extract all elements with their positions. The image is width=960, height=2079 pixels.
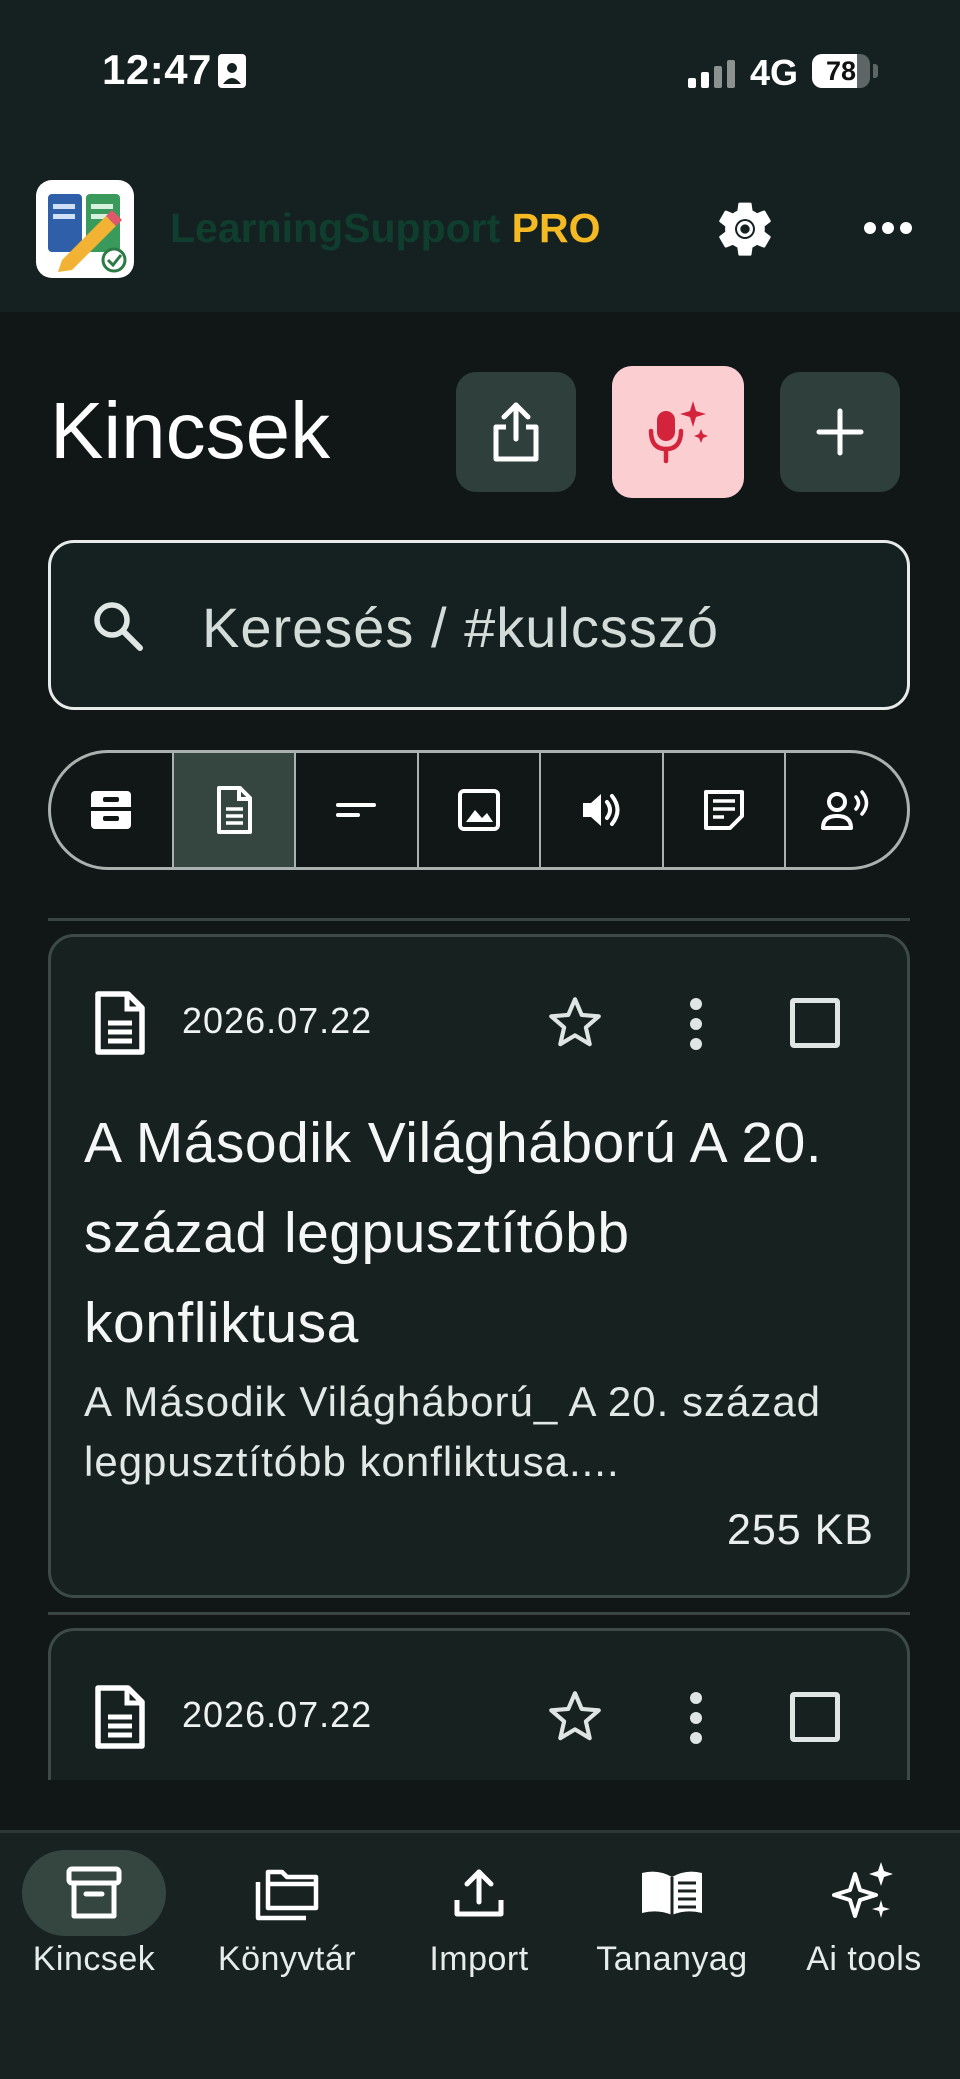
signal-icon (688, 60, 735, 88)
more-vertical-icon[interactable] (686, 1690, 706, 1746)
upload-icon (454, 1869, 504, 1917)
folders-icon (255, 1869, 319, 1921)
nav-icon-wrap (600, 1850, 744, 1936)
star-icon[interactable] (544, 1686, 606, 1748)
item-description: A Második Világháború_ A 20. század legp… (84, 1378, 822, 1485)
network-type: 4G (750, 52, 799, 93)
nav-item-ai-tools[interactable]: Ai tools (769, 1850, 959, 2010)
nav-label: Ai tools (806, 1940, 922, 1978)
search-icon (94, 602, 143, 651)
app-title: LearningSupport PRO (170, 205, 601, 252)
add-button[interactable] (780, 372, 900, 492)
list-divider (48, 1612, 910, 1615)
status-time: 12:47 (102, 46, 212, 93)
app-logo[interactable] (36, 180, 134, 278)
open-book-icon (642, 1871, 702, 1915)
nav-label: Import (429, 1940, 529, 1978)
filter-notes[interactable] (664, 753, 787, 867)
document-icon (216, 786, 252, 834)
voice-record-button[interactable] (612, 366, 744, 498)
filter-all[interactable] (51, 753, 174, 867)
gear-icon[interactable] (712, 196, 778, 262)
more-horizontal-icon[interactable] (862, 216, 914, 240)
item-date: 2026.07.22 (182, 1000, 373, 1041)
nav-label: Könyvtár (217, 1940, 357, 1978)
page-title: Kincsek (50, 386, 331, 475)
list-clip (0, 1780, 960, 1830)
list-divider (48, 918, 910, 921)
search-input[interactable] (200, 586, 884, 668)
nav-item-kincsek[interactable]: Kincsek (0, 1850, 189, 2010)
battery-tip (873, 64, 878, 78)
nav-icon-wrap (792, 1850, 936, 1936)
document-icon (95, 1685, 145, 1749)
list-item[interactable] (48, 1628, 910, 1788)
more-vertical-icon[interactable] (686, 996, 706, 1052)
note-icon (704, 790, 745, 830)
voice-person-icon (820, 790, 868, 830)
item-date: 2026.07.22 (182, 1694, 373, 1735)
mic-sparkle-icon (648, 401, 708, 464)
nav-item-tananyag[interactable]: Tananyag (577, 1850, 767, 2010)
nav-item-import[interactable]: Import (384, 1850, 574, 2010)
archive-icon (91, 791, 132, 829)
select-checkbox[interactable] (790, 998, 840, 1048)
filter-text[interactable] (296, 753, 419, 867)
nav-icon-wrap (407, 1850, 551, 1936)
text-short-icon (336, 803, 377, 817)
app-name: LearningSupport (170, 205, 501, 251)
battery-level: 78 (825, 56, 857, 86)
filter-audio[interactable] (541, 753, 664, 867)
share-icon (493, 402, 539, 462)
nav-active-indicator (22, 1850, 166, 1936)
nav-label: Kincsek (32, 1940, 156, 1978)
filter-voice[interactable] (786, 753, 907, 867)
nav-icon-wrap (215, 1850, 359, 1936)
battery-icon: 78 (812, 54, 870, 88)
type-filter-bar (48, 750, 910, 870)
volume-icon (582, 794, 620, 826)
filter-documents[interactable] (173, 753, 297, 867)
share-button[interactable] (456, 372, 576, 492)
item-title: A Második Világháború A 20. század legpu… (84, 1111, 823, 1355)
document-icon (95, 991, 145, 1055)
image-icon (458, 789, 501, 831)
plus-icon (816, 408, 864, 456)
select-checkbox[interactable] (790, 1692, 840, 1742)
item-size: 255 KB (726, 1506, 874, 1554)
nav-label: Tananyag (596, 1940, 748, 1978)
contact-card-icon (218, 54, 246, 88)
nav-item-konyvtar[interactable]: Könyvtár (192, 1850, 382, 2010)
archive-icon (66, 1866, 122, 1919)
star-icon[interactable] (544, 992, 606, 1054)
pro-badge: PRO (511, 205, 601, 251)
sparkles-icon (832, 1862, 893, 1918)
filter-images[interactable] (419, 753, 542, 867)
